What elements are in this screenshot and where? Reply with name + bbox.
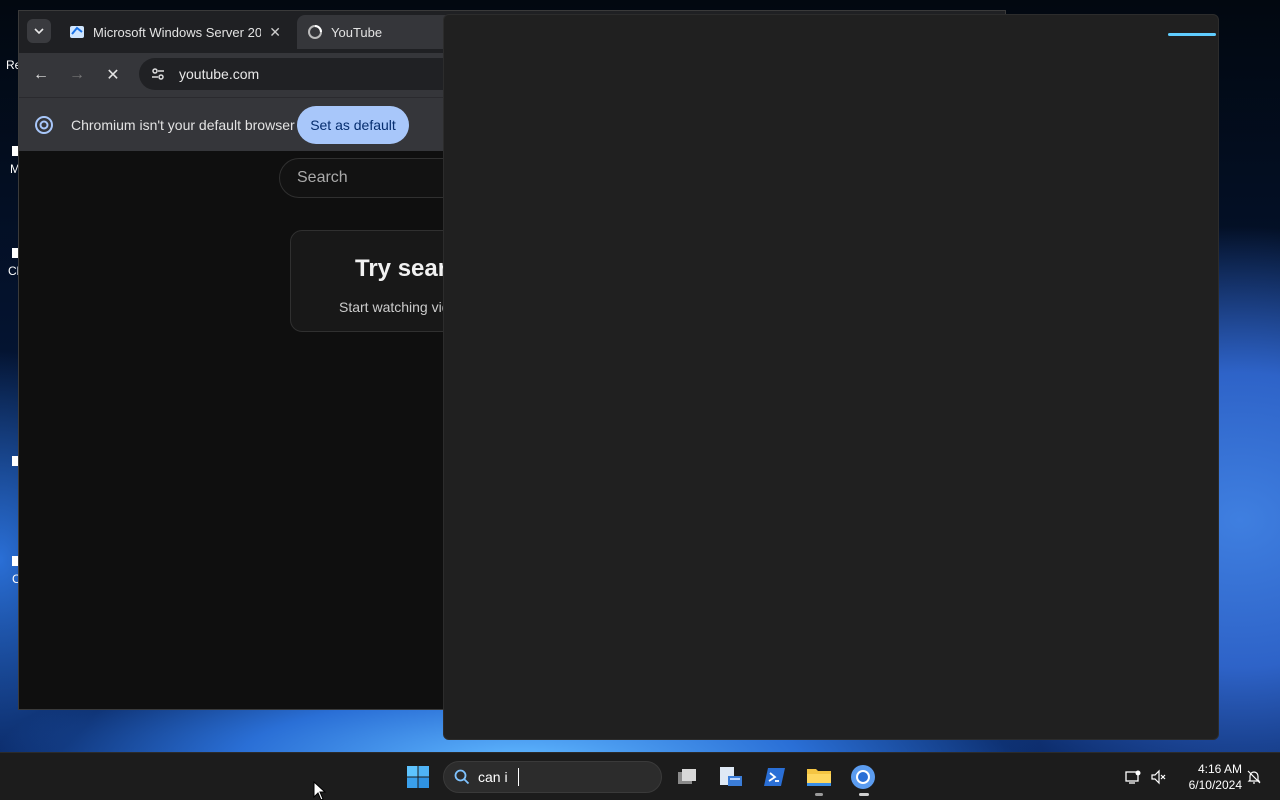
tab-windows-server[interactable]: Microsoft Windows Server 2025 ✕ bbox=[59, 15, 291, 49]
start-button[interactable] bbox=[404, 763, 432, 791]
tab-youtube[interactable]: YouTube bbox=[297, 15, 467, 49]
file-explorer-running-indicator bbox=[815, 793, 823, 796]
clock-date: 6/10/2024 bbox=[1188, 778, 1242, 792]
search-icon bbox=[454, 769, 470, 785]
address-url: youtube.com bbox=[179, 66, 260, 82]
search-placeholder: Search bbox=[297, 169, 348, 186]
tab-close-icon[interactable]: ✕ bbox=[269, 24, 281, 41]
server-manager-icon[interactable] bbox=[717, 763, 745, 791]
network-icon[interactable] bbox=[1125, 769, 1141, 785]
tab-search-button[interactable] bbox=[27, 19, 51, 43]
chromium-running-indicator bbox=[859, 793, 869, 796]
stop-loading-icon[interactable]: ✕ bbox=[101, 63, 125, 87]
taskbar-search-box[interactable]: can i bbox=[443, 761, 662, 793]
windows-server-favicon-icon bbox=[69, 24, 85, 40]
system-clock[interactable]: 4:16 AM 6/10/2024 bbox=[1176, 761, 1242, 793]
file-explorer-icon[interactable] bbox=[805, 763, 833, 791]
powershell-icon[interactable] bbox=[761, 763, 789, 791]
tab-title: Microsoft Windows Server 2025 bbox=[93, 24, 262, 40]
mouse-cursor-icon bbox=[313, 781, 327, 800]
forward-arrow-icon[interactable]: → bbox=[65, 63, 89, 87]
volume-muted-icon[interactable] bbox=[1150, 769, 1166, 785]
loading-progress-indicator bbox=[1168, 33, 1216, 36]
search-flyout-panel[interactable] bbox=[443, 14, 1219, 740]
windows-logo-icon bbox=[407, 766, 429, 788]
task-view-icon[interactable] bbox=[673, 763, 701, 791]
tab-title: YouTube bbox=[331, 24, 383, 40]
taskbar-search-query: can i bbox=[478, 769, 508, 785]
chromium-taskbar-icon[interactable] bbox=[849, 763, 877, 791]
chromium-logo-icon bbox=[35, 116, 53, 139]
set-as-default-button[interactable]: Set as default bbox=[297, 106, 409, 144]
infobar-message: Chromium isn't your default browser bbox=[71, 117, 295, 133]
clock-time: 4:16 AM bbox=[1197, 762, 1242, 776]
taskbar: can i 4:16 AM 6/10/2024 bbox=[0, 752, 1280, 800]
back-arrow-icon[interactable]: ← bbox=[29, 63, 53, 87]
site-info-icon[interactable] bbox=[149, 65, 167, 83]
chevron-down-icon bbox=[34, 28, 44, 35]
text-caret bbox=[517, 768, 519, 786]
loading-favicon-icon bbox=[307, 24, 323, 40]
notification-bell-icon[interactable] bbox=[1246, 769, 1262, 785]
